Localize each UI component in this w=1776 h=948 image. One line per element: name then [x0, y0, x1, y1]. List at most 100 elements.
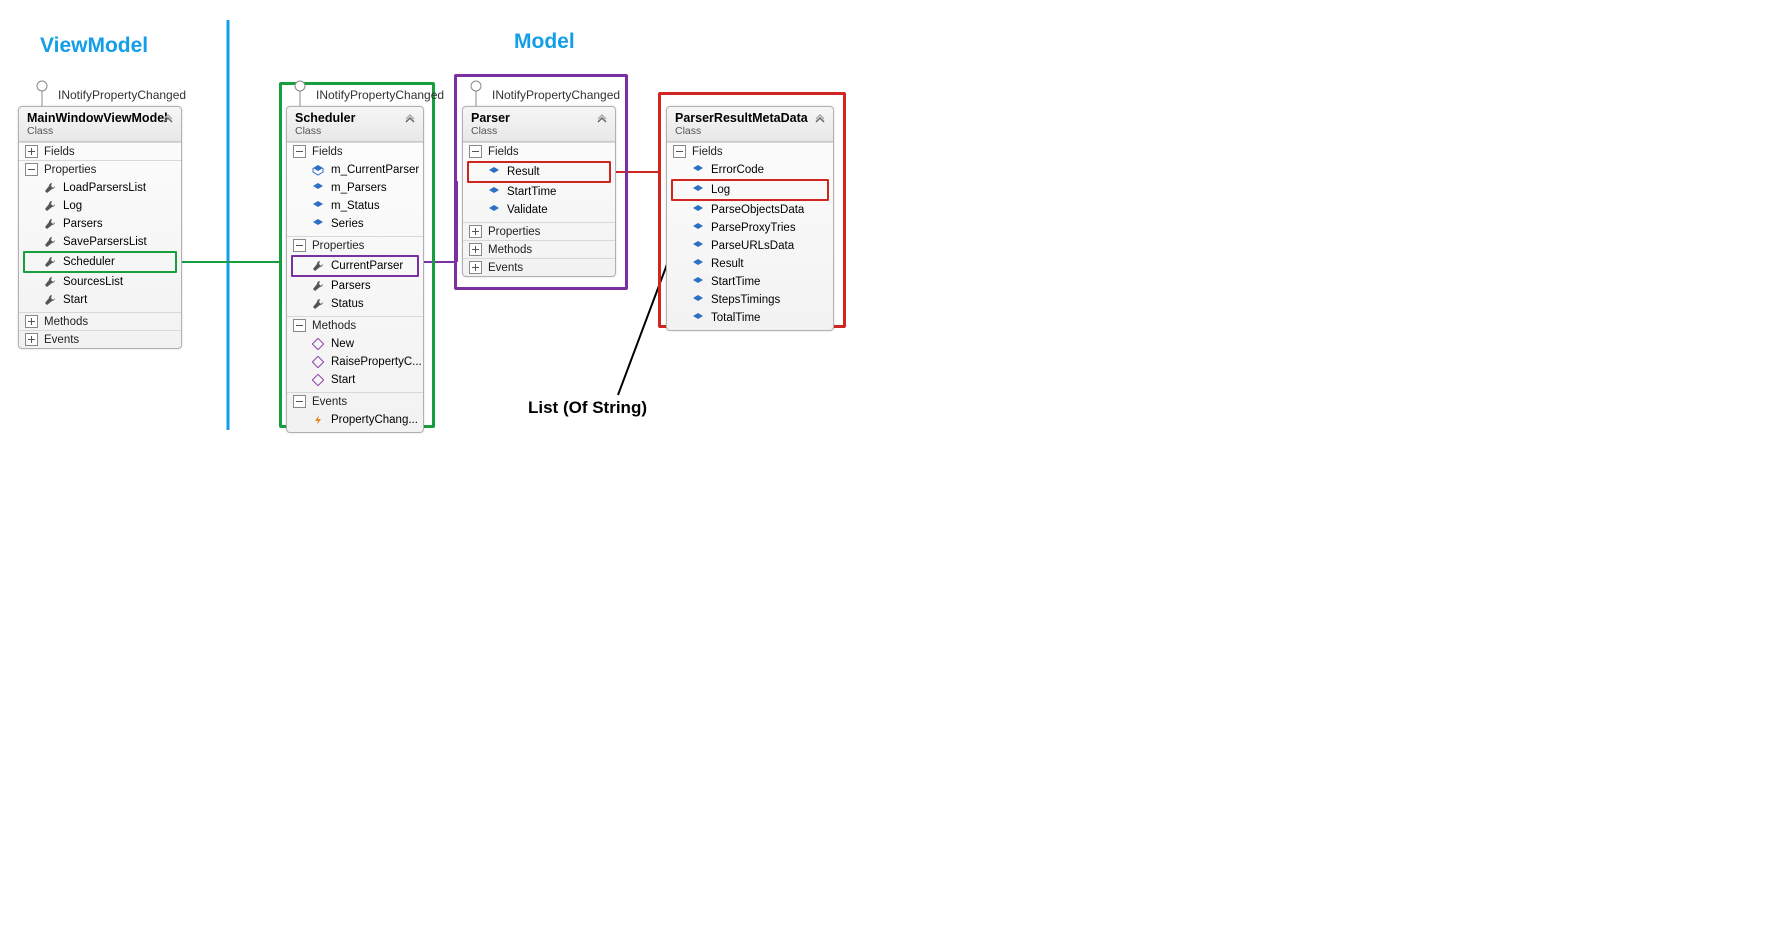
field-item-log[interactable]: Log	[671, 179, 829, 201]
item-label: LoadParsersList	[63, 180, 146, 196]
collapse-icon[interactable]	[673, 145, 686, 158]
method-item[interactable]: New	[287, 335, 423, 353]
field-item[interactable]: Series	[287, 215, 423, 233]
collapse-icon[interactable]	[469, 145, 482, 158]
field-item[interactable]: m_Status	[287, 197, 423, 215]
property-item[interactable]: Log	[19, 197, 181, 215]
collapse-chevron-icon[interactable]	[161, 113, 175, 127]
class-box-parserresultmetadata[interactable]: ParserResultMetaData Class Fields ErrorC…	[666, 106, 834, 331]
collapse-icon[interactable]	[25, 163, 38, 176]
property-item[interactable]: Status	[287, 295, 423, 313]
collapse-chevron-icon[interactable]	[813, 113, 827, 127]
item-label: SaveParsersList	[63, 234, 147, 250]
item-label: m_Status	[331, 198, 380, 214]
field-icon	[691, 311, 705, 325]
expand-icon[interactable]	[469, 225, 482, 238]
item-label: StartTime	[711, 274, 760, 290]
field-item[interactable]: ParseObjectsData	[667, 201, 833, 219]
class-header[interactable]: Parser Class	[463, 107, 615, 142]
section-events[interactable]: Events	[463, 259, 615, 276]
field-icon	[487, 165, 501, 179]
field-item[interactable]: StartTime	[463, 183, 615, 201]
class-subtitle: Class	[471, 125, 609, 137]
class-header[interactable]: ParserResultMetaData Class	[667, 107, 833, 142]
field-icon	[311, 199, 325, 213]
collapse-chevron-icon[interactable]	[595, 113, 609, 127]
field-icon	[691, 183, 705, 197]
expand-icon[interactable]	[469, 243, 482, 256]
method-item[interactable]: Start	[287, 371, 423, 389]
wrench-icon	[311, 279, 325, 293]
field-item[interactable]: ParseURLsData	[667, 237, 833, 255]
property-item[interactable]: LoadParsersList	[19, 179, 181, 197]
collapse-icon[interactable]	[293, 145, 306, 158]
section-properties[interactable]: Properties	[463, 223, 615, 240]
class-box-mainwindowviewmodel[interactable]: MainWindowViewModel Class Fields Propert…	[18, 106, 182, 349]
field-item[interactable]: StartTime	[667, 273, 833, 291]
section-events[interactable]: Events	[19, 331, 181, 348]
class-header[interactable]: Scheduler Class	[287, 107, 423, 142]
section-fields[interactable]: Fields	[287, 143, 423, 160]
class-title: Scheduler	[295, 111, 417, 125]
expand-icon[interactable]	[25, 315, 38, 328]
section-label: Fields	[488, 146, 519, 158]
section-methods[interactable]: Methods	[463, 241, 615, 258]
item-label: Log	[711, 182, 730, 198]
property-item[interactable]: SourcesList	[19, 273, 181, 291]
field-icon	[691, 163, 705, 177]
item-label: Result	[507, 164, 540, 180]
section-label: Properties	[44, 164, 96, 176]
field-icon	[691, 293, 705, 307]
section-events[interactable]: Events	[287, 393, 423, 410]
field-item[interactable]: ErrorCode	[667, 161, 833, 179]
field-item[interactable]: Validate	[463, 201, 615, 219]
section-fields[interactable]: Fields	[463, 143, 615, 160]
field-item[interactable]: m_Parsers	[287, 179, 423, 197]
section-label: Events	[488, 262, 523, 274]
property-item-currentparser[interactable]: CurrentParser	[291, 255, 419, 277]
item-label: New	[331, 336, 354, 352]
class-header[interactable]: MainWindowViewModel Class	[19, 107, 181, 142]
section-methods[interactable]: Methods	[287, 317, 423, 334]
section-properties[interactable]: Properties	[287, 237, 423, 254]
property-item[interactable]: Parsers	[287, 277, 423, 295]
class-subtitle: Class	[295, 125, 417, 137]
collapse-chevron-icon[interactable]	[403, 113, 417, 127]
collapse-icon[interactable]	[293, 395, 306, 408]
class-box-scheduler[interactable]: Scheduler Class Fields m_CurrentParser m…	[286, 106, 424, 433]
property-item[interactable]: Parsers	[19, 215, 181, 233]
class-box-parser[interactable]: Parser Class Fields Result StartTime Val…	[462, 106, 616, 277]
field-item[interactable]: m_CurrentParser	[287, 161, 423, 179]
item-label: TotalTime	[711, 310, 760, 326]
section-fields[interactable]: Fields	[19, 143, 181, 160]
item-label: RaisePropertyC...	[331, 354, 422, 370]
section-methods[interactable]: Methods	[19, 313, 181, 330]
event-item[interactable]: PropertyChang...	[287, 411, 423, 429]
interface-label: INotifyPropertyChanged	[58, 88, 186, 102]
item-label: m_Parsers	[331, 180, 387, 196]
field-item[interactable]: StepsTimings	[667, 291, 833, 309]
property-item-scheduler[interactable]: Scheduler	[23, 251, 177, 273]
section-fields[interactable]: Fields	[667, 143, 833, 160]
method-item[interactable]: RaisePropertyC...	[287, 353, 423, 371]
property-item[interactable]: SaveParsersList	[19, 233, 181, 251]
collapse-icon[interactable]	[293, 239, 306, 252]
collapse-icon[interactable]	[293, 319, 306, 332]
field-item[interactable]: ParseProxyTries	[667, 219, 833, 237]
class-subtitle: Class	[27, 125, 175, 137]
field-icon	[311, 181, 325, 195]
field-item[interactable]: Result	[667, 255, 833, 273]
section-label: Fields	[44, 146, 75, 158]
expand-icon[interactable]	[25, 333, 38, 346]
property-item[interactable]: Start	[19, 291, 181, 309]
item-label: ParseURLsData	[711, 238, 794, 254]
field-item-result[interactable]: Result	[467, 161, 611, 183]
item-label: m_CurrentParser	[331, 162, 419, 178]
field-item[interactable]: TotalTime	[667, 309, 833, 327]
wrench-icon	[311, 259, 325, 273]
section-properties[interactable]: Properties	[19, 161, 181, 178]
expand-icon[interactable]	[469, 261, 482, 274]
expand-icon[interactable]	[25, 145, 38, 158]
class-title: MainWindowViewModel	[27, 111, 175, 125]
item-label: ParseObjectsData	[711, 202, 804, 218]
